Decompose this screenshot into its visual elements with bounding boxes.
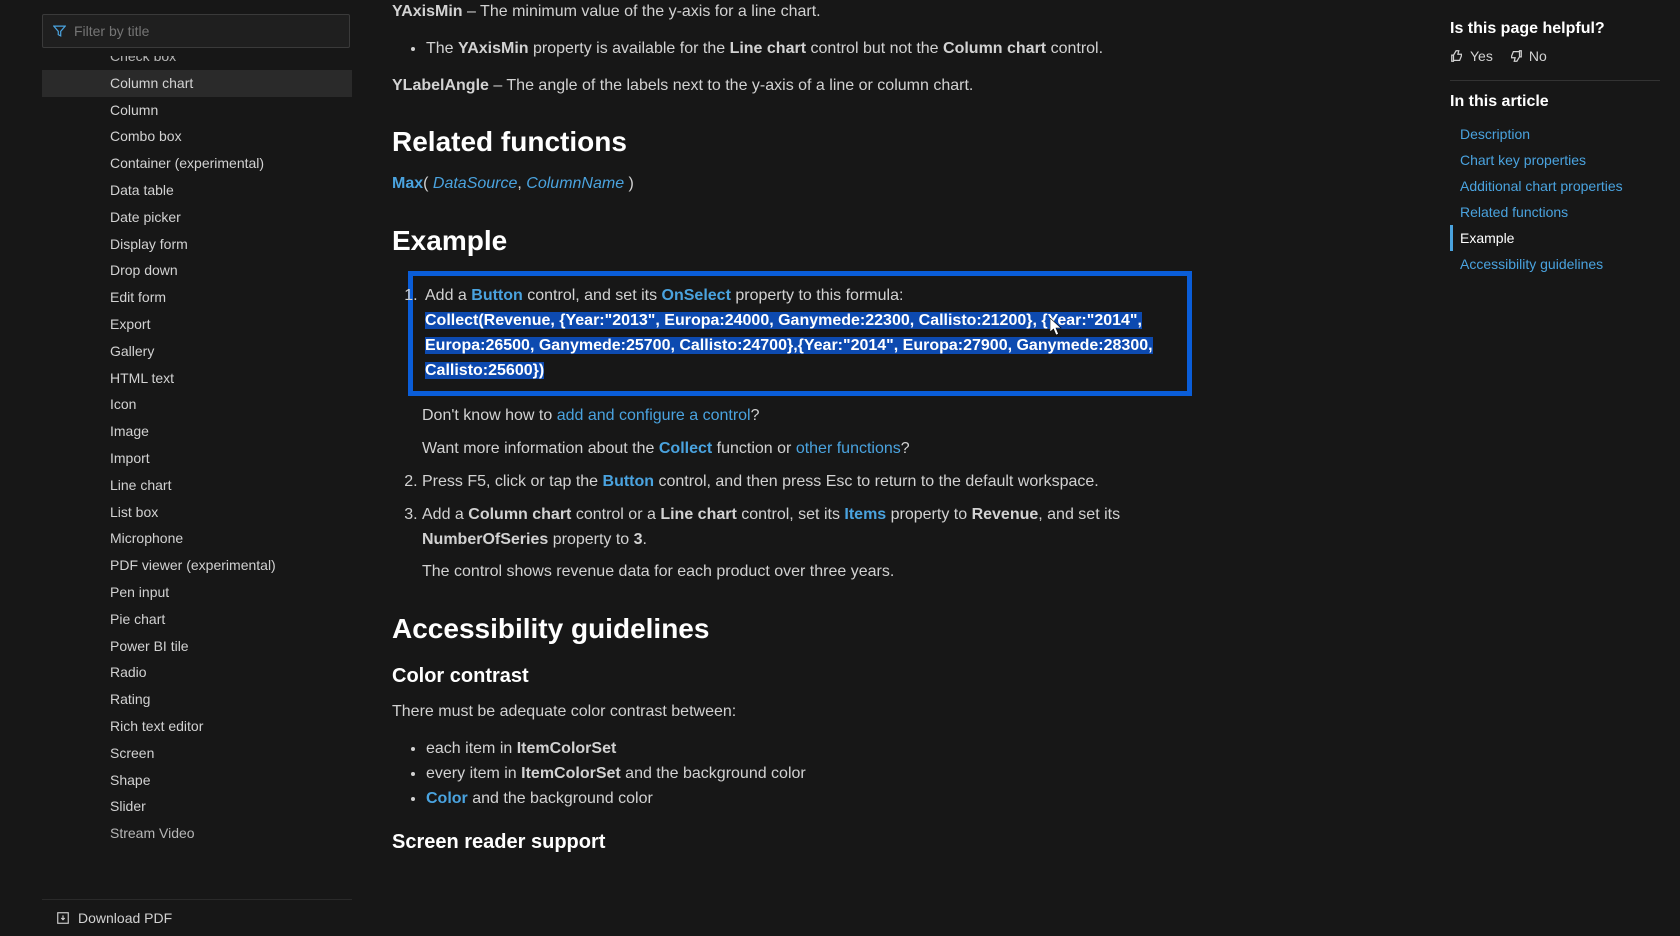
related-functions-heading: Related functions <box>392 126 1192 158</box>
example-step-1: Add a Button control, and set its OnSele… <box>422 271 1192 462</box>
toc-item[interactable]: Additional chart properties <box>1450 173 1660 199</box>
nav-item[interactable]: Combo box <box>42 123 352 150</box>
filter-box[interactable] <box>42 14 350 48</box>
nav-item[interactable]: Pie chart <box>42 606 352 633</box>
add-configure-link[interactable]: add and configure a control <box>557 407 751 424</box>
nav-tree[interactable]: Check boxColumn chartColumnCombo boxCont… <box>42 56 352 899</box>
nav-item[interactable]: Radio <box>42 659 352 686</box>
filter-icon <box>53 24 66 38</box>
download-pdf-button[interactable]: Download PDF <box>42 899 352 936</box>
download-pdf-label: Download PDF <box>78 910 172 926</box>
color-contrast-heading: Color contrast <box>392 665 1192 688</box>
helpful-title: Is this page helpful? <box>1450 20 1660 38</box>
example-step-3: Add a Column chart control or a Line cha… <box>422 503 1192 585</box>
color-contrast-intro: There must be adequate color contrast be… <box>392 700 1192 725</box>
other-functions-link[interactable]: other functions <box>796 440 901 457</box>
nav-item[interactable]: PDF viewer (experimental) <box>42 552 352 579</box>
formula-code[interactable]: Collect(Revenue, {Year:"2013", Europa:24… <box>425 312 1153 379</box>
thumb-up-icon <box>1450 49 1464 63</box>
nav-item[interactable]: Import <box>42 445 352 472</box>
nav-item[interactable]: Microphone <box>42 525 352 552</box>
download-icon <box>56 911 70 925</box>
toc-list: DescriptionChart key propertiesAdditiona… <box>1450 121 1660 277</box>
toc-item[interactable]: Description <box>1450 121 1660 147</box>
nav-item[interactable]: Data table <box>42 177 352 204</box>
nav-item[interactable]: Column <box>42 97 352 124</box>
nav-item[interactable]: Pen input <box>42 579 352 606</box>
yaxismin-paragraph: YAxisMin – The minimum value of the y-ax… <box>392 0 1192 25</box>
nav-item[interactable]: Export <box>42 311 352 338</box>
nav-item[interactable]: Rich text editor <box>42 713 352 740</box>
nav-item[interactable]: List box <box>42 499 352 526</box>
screen-reader-heading: Screen reader support <box>392 831 1192 854</box>
left-sidebar: Check boxColumn chartColumnCombo boxCont… <box>0 0 352 936</box>
thumb-down-icon <box>1509 49 1523 63</box>
color-link[interactable]: Color <box>426 790 468 807</box>
right-rail: Is this page helpful? Yes No In this art… <box>1430 0 1680 936</box>
toc-item[interactable]: Accessibility guidelines <box>1450 251 1660 277</box>
nav-item[interactable]: Edit form <box>42 284 352 311</box>
helpful-no-button[interactable]: No <box>1509 48 1547 64</box>
yaxismin-note: The YAxisMin property is available for t… <box>426 37 1192 62</box>
example-step-2: Press F5, click or tap the Button contro… <box>422 470 1192 495</box>
nav-item[interactable]: Screen <box>42 740 352 767</box>
highlight-box: Add a Button control, and set its OnSele… <box>408 271 1192 396</box>
nav-item[interactable]: Icon <box>42 391 352 418</box>
max-function-link[interactable]: Max( DataSource, ColumnName ) <box>392 172 1192 197</box>
example-heading: Example <box>392 225 1192 257</box>
nav-item[interactable]: Gallery <box>42 338 352 365</box>
main-content[interactable]: YAxisMin – The minimum value of the y-ax… <box>352 0 1430 936</box>
collect-link[interactable]: Collect <box>659 440 712 457</box>
toc-item[interactable]: Example <box>1450 225 1660 251</box>
cc-bullet-1: each item in ItemColorSet <box>426 737 1192 762</box>
nav-item[interactable]: Display form <box>42 231 352 258</box>
nav-item[interactable]: Power BI tile <box>42 633 352 660</box>
nav-item[interactable]: Shape <box>42 767 352 794</box>
cc-bullet-2: every item in ItemColorSet and the backg… <box>426 762 1192 787</box>
nav-item[interactable]: Container (experimental) <box>42 150 352 177</box>
helpful-yes-button[interactable]: Yes <box>1450 48 1493 64</box>
nav-item[interactable]: Image <box>42 418 352 445</box>
toc-item[interactable]: Related functions <box>1450 199 1660 225</box>
nav-item[interactable]: Column chart <box>42 70 352 97</box>
nav-item[interactable]: Date picker <box>42 204 352 231</box>
toc-item[interactable]: Chart key properties <box>1450 147 1660 173</box>
nav-item[interactable]: HTML text <box>42 365 352 392</box>
nav-item[interactable]: Drop down <box>42 257 352 284</box>
cc-bullet-3: Color and the background color <box>426 787 1192 812</box>
nav-item[interactable]: Rating <box>42 686 352 713</box>
filter-input[interactable] <box>74 23 339 39</box>
nav-item[interactable]: Slider <box>42 793 352 820</box>
nav-item[interactable]: Line chart <box>42 472 352 499</box>
nav-item[interactable]: Stream Video <box>42 820 352 847</box>
accessibility-heading: Accessibility guidelines <box>392 613 1192 645</box>
ylabelangle-paragraph: YLabelAngle – The angle of the labels ne… <box>392 74 1192 99</box>
nav-item[interactable]: Check box <box>42 56 352 70</box>
toc-title: In this article <box>1450 93 1660 111</box>
